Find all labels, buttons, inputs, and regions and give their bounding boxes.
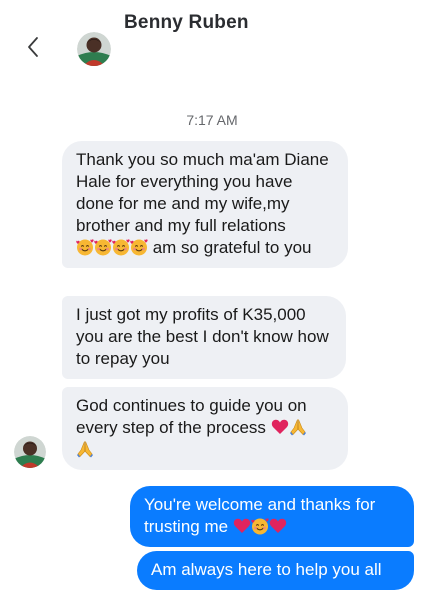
smiling-face-with-hearts-icon	[112, 238, 130, 256]
red-heart-icon	[269, 517, 287, 535]
message-text: Am always here to help you all	[151, 560, 382, 579]
outgoing-message[interactable]: Am always here to help you all	[137, 551, 414, 590]
folded-hands-icon	[76, 440, 94, 458]
message-timestamp: 7:17 AM	[186, 112, 238, 128]
smiling-face-with-hearts-icon	[76, 238, 94, 256]
message-text: Thank you so much ma'am Diane Hale for e…	[76, 150, 329, 235]
chat-screen: Benny Ruben 7:17 AM Thank you so much ma…	[0, 0, 424, 600]
avatar[interactable]	[14, 436, 46, 468]
chevron-left-icon[interactable]	[22, 36, 44, 58]
red-heart-icon	[271, 418, 289, 436]
incoming-message[interactable]: I just got my profits of K35,000 you are…	[62, 296, 346, 379]
smiling-face-with-hearts-icon	[94, 238, 112, 256]
smiling-face-with-hearts-icon	[130, 238, 148, 256]
emoji-group	[76, 237, 148, 259]
message-text: am so grateful to you	[148, 238, 312, 257]
incoming-message[interactable]: Thank you so much ma'am Diane Hale for e…	[62, 141, 348, 268]
chat-header: Benny Ruben	[0, 0, 424, 80]
avatar[interactable]	[77, 32, 111, 66]
outgoing-message[interactable]: You're welcome and thanks for trusting m…	[130, 486, 414, 547]
folded-hands-icon	[289, 418, 307, 436]
incoming-message[interactable]: God continues to guide you on every step…	[62, 387, 348, 470]
contact-name[interactable]: Benny Ruben	[124, 12, 249, 34]
message-text: I just got my profits of K35,000 you are…	[76, 305, 329, 368]
smiling-face-with-hearts-icon	[251, 517, 269, 535]
red-heart-icon	[233, 517, 251, 535]
